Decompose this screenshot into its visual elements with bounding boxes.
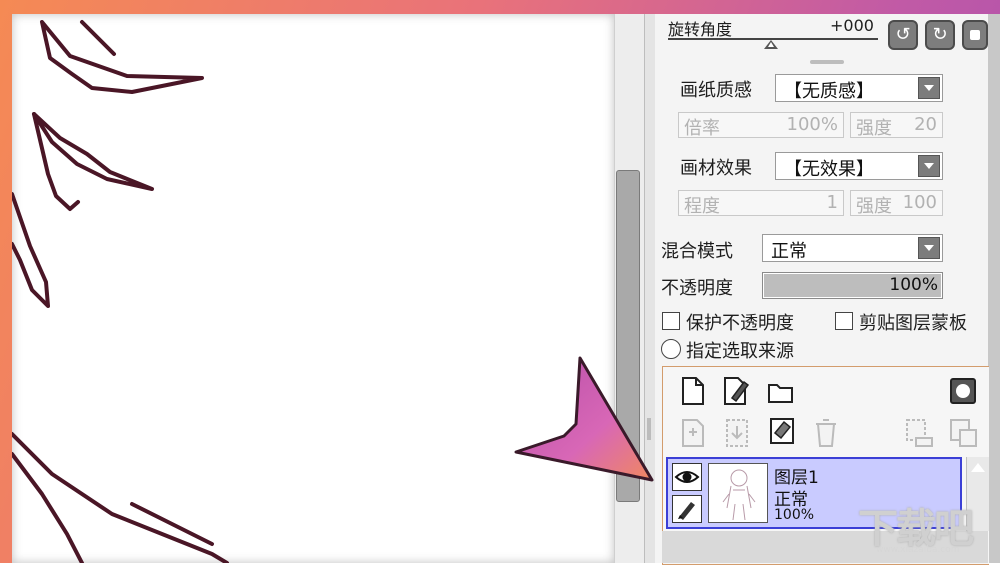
scroll-up-icon[interactable] [971,463,985,472]
pointer-arrow-icon [514,356,654,482]
mask-button[interactable] [950,378,976,404]
rotation-label: 旋转角度 [668,20,733,39]
pen-lock-toggle[interactable] [672,495,702,523]
rotate-left-icon: ↺ [895,24,911,45]
rotate-right-button[interactable]: ↻ [925,20,955,50]
blend-mode-dropdown[interactable]: 正常 [762,234,943,262]
paper-scale-value: 100% [786,114,838,135]
opacity-value: 100% [889,275,938,295]
selection-source-radio[interactable] [661,339,681,359]
layer-thumbnail-sketch [722,469,756,521]
watermark-url: www.xiazaiba.com [876,545,960,555]
new-layer-icon[interactable] [680,376,706,406]
layer-opacity: 100% [774,507,815,523]
delete-layer-icon [816,419,836,447]
chevron-down-icon [918,77,940,99]
layer-thumbnail [708,463,768,523]
material-strength-field: 强度 100 [850,190,943,217]
paper-scale-field: 倍率 100% [678,112,844,139]
paper-texture-label: 画纸质感 [680,80,752,101]
material-effect-value: 【无效果】 [784,159,874,180]
paper-strength-value: 20 [914,114,937,135]
blend-mode-label: 混合模式 [661,241,733,262]
blend-mode-value: 正常 [771,241,807,262]
paper-strength-label: 强度 [856,118,892,139]
opacity-label: 不透明度 [661,278,733,299]
paper-texture-value: 【无质感】 [784,81,874,102]
panel-edge [988,14,1000,563]
rotation-value: +000 [830,16,874,35]
material-degree-field: 程度 1 [678,190,844,217]
material-degree-label: 程度 [684,196,720,217]
pen-icon [678,502,695,520]
chevron-down-icon [918,155,940,177]
merge-down-icon [726,419,748,447]
clip-group-checkbox[interactable] [835,312,853,330]
eye-icon [674,471,700,483]
section-grip[interactable] [810,60,844,64]
chevron-down-icon [918,237,940,259]
paper-scale-label: 倍率 [684,118,720,139]
watermark: 下载吧 www.xiazaiba.com [858,496,988,558]
material-strength-label: 强度 [856,196,892,217]
clip-group-label: 剪贴图层蒙板 [859,313,967,334]
stop-icon [970,30,980,40]
selection-source-label: 指定选取来源 [686,341,794,362]
mask-icon [956,384,970,398]
visibility-toggle[interactable] [672,463,702,491]
opacity-slider[interactable]: 100% [762,272,943,299]
material-effect-label: 画材效果 [680,158,752,179]
rotation-slider-handle-inner [768,42,774,47]
rotate-left-button[interactable]: ↺ [888,20,918,50]
reset-view-button[interactable] [962,20,988,50]
pen-layer-icon[interactable] [722,376,752,406]
paper-texture-dropdown[interactable]: 【无质感】 [775,74,943,102]
material-degree-value: 1 [826,192,838,213]
merge-visible-icon [950,419,977,447]
copy-layer-icon [682,419,704,447]
paper-strength-field: 强度 20 [850,112,943,139]
protect-opacity-checkbox[interactable] [662,312,680,330]
material-effect-dropdown[interactable]: 【无效果】 [775,152,943,180]
transfer-down-icon [906,419,933,447]
rotate-right-icon: ↻ [932,24,948,45]
material-strength-value: 100 [902,192,937,213]
protect-opacity-label: 保护不透明度 [686,313,794,334]
folder-icon[interactable] [767,380,795,404]
clear-layer-icon[interactable] [768,416,796,446]
